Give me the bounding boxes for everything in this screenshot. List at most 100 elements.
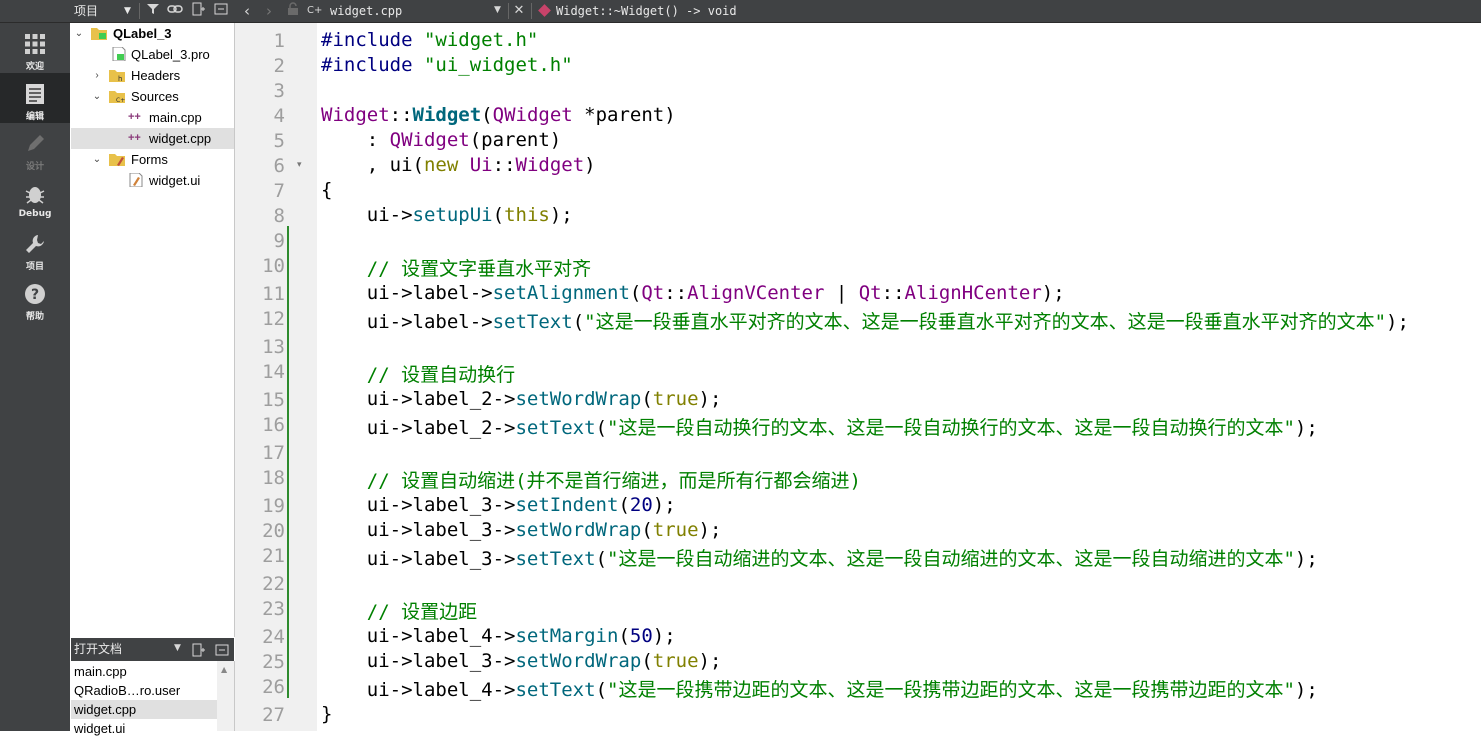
line-number: 22 [262, 573, 285, 595]
line-number: 18 [262, 467, 285, 489]
token: setText [515, 417, 596, 439]
token: ui->label_2-> [366, 388, 516, 410]
svg-text:C+: C+ [307, 5, 322, 15]
mode-projects[interactable]: 项目 [0, 223, 70, 273]
line-number: 5 [273, 130, 285, 152]
tree-item-headers[interactable]: › h Headers [71, 65, 234, 86]
chevron-down-icon[interactable]: ⌄ [73, 23, 85, 44]
open-documents-header: 打开文档 ▼ [71, 638, 234, 661]
fold-marker-icon[interactable]: ▾ [297, 160, 302, 170]
line-number: 23 [262, 598, 285, 620]
tree-item-widget-cpp[interactable]: ++ widget.cpp [71, 128, 234, 149]
line-number: 10 [262, 255, 285, 277]
forward-icon[interactable]: › [260, 2, 278, 20]
split-icon[interactable] [192, 643, 206, 657]
tree-item-widget-ui[interactable]: widget.ui [71, 170, 234, 191]
token: ); [1294, 417, 1318, 439]
line-number: 3 [273, 80, 285, 102]
line-number: 25 [262, 651, 285, 673]
token: ( [618, 625, 630, 647]
open-doc-item[interactable]: widget.ui [71, 719, 217, 738]
token: ); [1294, 548, 1318, 570]
close-panel-icon[interactable] [212, 2, 230, 20]
line-number-gutter: 1 2 3 4 5 6 ▾ 7 8 9 10 11 12 13 14 15 16… [235, 23, 317, 731]
token: "这是一段自动缩进的文本、这是一段自动缩进的文本、这是一段自动缩进的文本" [607, 548, 1295, 570]
token: , ui( [321, 154, 424, 176]
open-doc-item[interactable]: main.cpp [71, 662, 217, 681]
token: new [423, 154, 459, 176]
token: ); [1386, 311, 1409, 333]
tree-item-sources[interactable]: ⌄ C+ Sources [71, 86, 234, 107]
code-line: // 设置文字垂直水平对齐 [321, 254, 591, 281]
token: "ui_widget.h" [423, 54, 573, 76]
line-number: 15 [262, 389, 285, 411]
scroll-up-icon[interactable]: ▲ [221, 665, 227, 674]
split-icon[interactable] [190, 2, 208, 20]
token: ( [595, 417, 608, 439]
token: ui->label_3-> [366, 494, 516, 516]
line-number: 2 [273, 55, 285, 77]
token: setMargin [515, 625, 619, 647]
file-combo[interactable]: widget.cpp [330, 0, 402, 22]
edit-doc-icon [26, 84, 44, 104]
tree-item-main-cpp[interactable]: ++ main.cpp [71, 107, 234, 128]
folder-icon [109, 154, 125, 166]
scrollbar[interactable]: ▲ [217, 661, 234, 731]
code-line: ui->label_3->setWordWrap(true); [321, 519, 722, 541]
line-number: 13 [262, 336, 285, 358]
code-editor[interactable]: #include "widget.h" #include "ui_widget.… [317, 23, 1481, 731]
token: ( [629, 282, 642, 304]
filter-icon[interactable] [144, 2, 162, 20]
chevron-down-icon[interactable]: ▼ [494, 5, 501, 15]
token: ui->label_4-> [366, 625, 516, 647]
token: ) [584, 154, 596, 176]
cpp-file-icon: ++ [128, 111, 141, 123]
mode-welcome[interactable]: 欢迎 [0, 23, 70, 73]
tree-item-project[interactable]: ⌄ QLabel_3 [71, 23, 234, 44]
back-icon[interactable]: ‹ [238, 2, 256, 20]
link-icon[interactable] [166, 2, 184, 20]
symbol-combo[interactable]: Widget::~Widget() -> void [556, 0, 737, 22]
token: setupUi [412, 204, 493, 226]
code-line: #include "widget.h" [321, 29, 538, 51]
line-number: 4 [273, 105, 285, 127]
chevron-right-icon[interactable]: › [91, 65, 103, 86]
mode-help[interactable]: ? 帮助 [0, 273, 70, 323]
chevron-down-icon[interactable]: ▼ [174, 643, 181, 653]
symbol-icon [538, 4, 551, 17]
open-doc-item[interactable]: widget.cpp [71, 700, 217, 719]
top-toolbar: 项目 ▼ ‹ › C+ widget.cpp ▼ ✕ Widget::~Widg… [0, 0, 1481, 23]
token: ( [641, 650, 653, 672]
line-number: 7 [273, 180, 285, 202]
token: 20 [629, 494, 653, 516]
pro-file-icon [112, 47, 126, 61]
line-number: 9 [273, 230, 285, 252]
chevron-down-icon[interactable]: ⌄ [91, 149, 103, 170]
tree-item-pro-file[interactable]: QLabel_3.pro [71, 44, 234, 65]
token: :: [492, 154, 516, 176]
close-doc-icon[interactable]: ✕ [510, 2, 528, 20]
open-doc-item[interactable]: QRadioB…ro.user [71, 681, 217, 700]
line-number: 16 [262, 414, 285, 436]
mode-edit[interactable]: 编辑 [0, 73, 70, 123]
comment: // 设置边距 [366, 601, 478, 623]
token: setIndent [515, 494, 619, 516]
mode-debug[interactable]: Debug [0, 173, 70, 223]
comment: // 设置自动换行 [366, 364, 516, 386]
token: ); [1294, 679, 1318, 701]
project-view-combo[interactable]: 项目 ▼ [74, 0, 138, 22]
token: ); [1041, 282, 1065, 304]
tree-label: widget.ui [149, 173, 201, 188]
code-line: ui->label_4->setMargin(50); [321, 625, 676, 647]
tree-item-forms[interactable]: ⌄ Forms [71, 149, 234, 170]
mode-label: 帮助 [25, 312, 44, 322]
chevron-down-icon[interactable]: ⌄ [91, 86, 103, 107]
tree-label: Sources [131, 89, 179, 104]
mode-design[interactable]: 设计 [0, 123, 70, 173]
close-panel-icon[interactable] [215, 643, 229, 657]
